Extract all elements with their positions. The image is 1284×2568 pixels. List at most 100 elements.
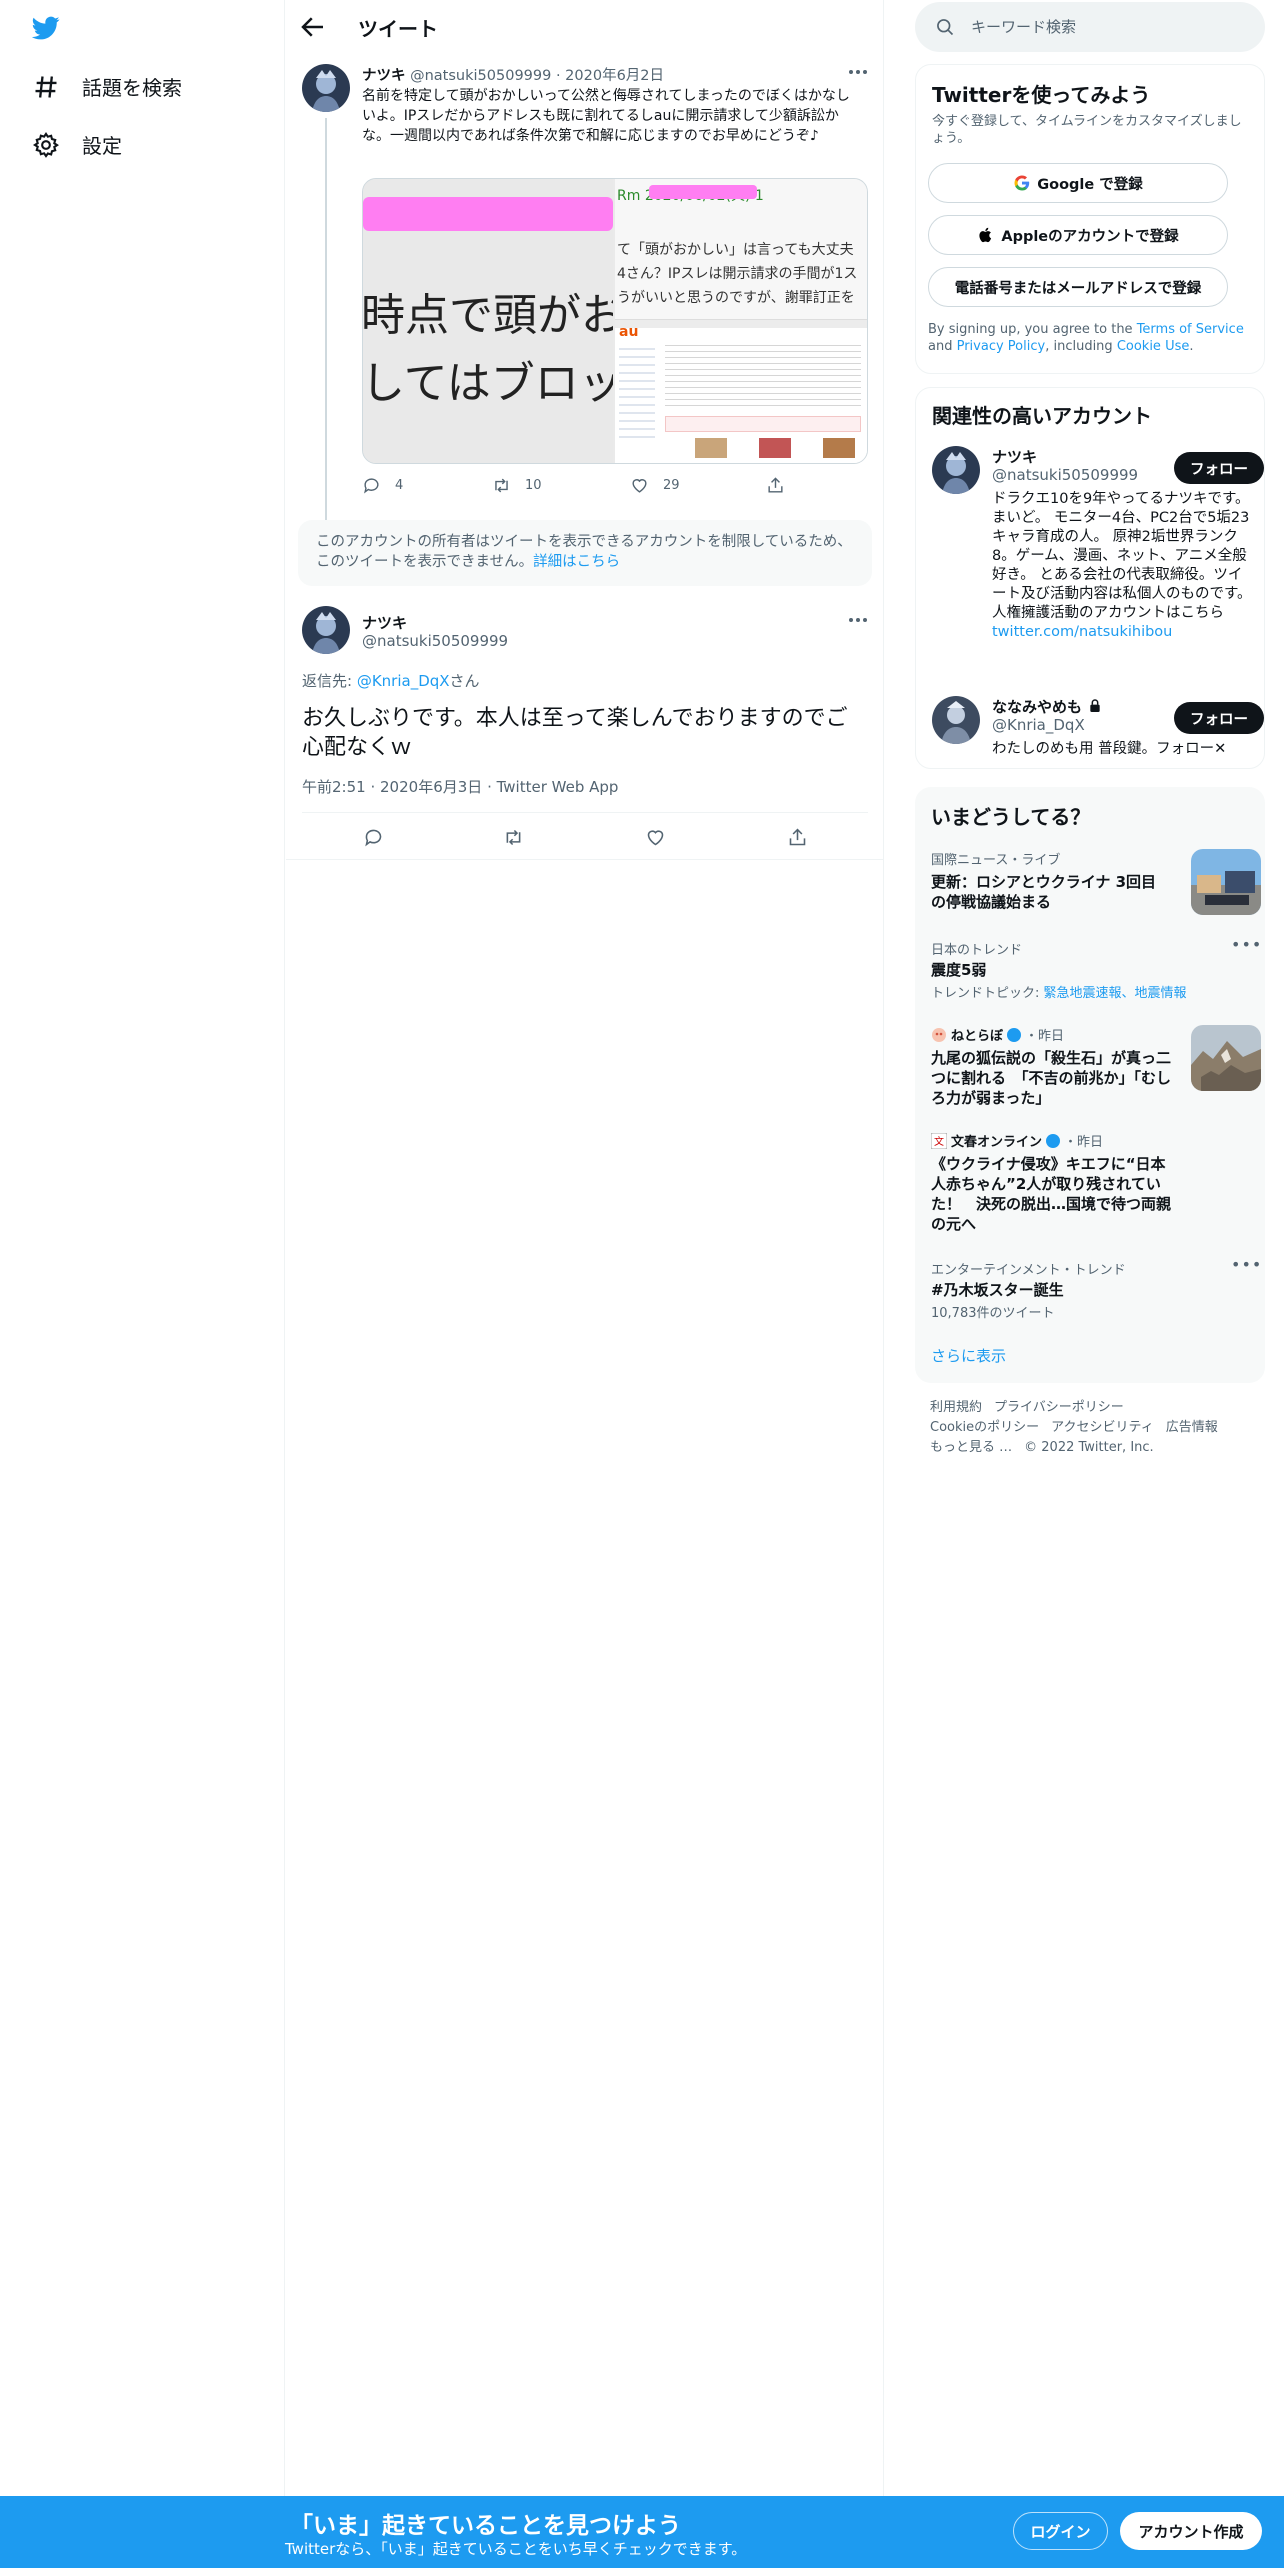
- share-button[interactable]: [766, 476, 799, 495]
- nav-settings[interactable]: 設定: [32, 130, 122, 159]
- footer-link-ads[interactable]: 広告情報: [1166, 1420, 1218, 1435]
- account-name[interactable]: ななみやめも: [992, 696, 1103, 717]
- trend-title: 九尾の狐伝説の「殺生石」が真っ二つに割れる 「不吉の前兆か」「むしろ力が弱まった…: [931, 1049, 1172, 1107]
- retweet-icon: [495, 478, 508, 493]
- footer-links: 利用規約 プライバシーポリシー Cookieのポリシー アクセシビリティ 広告情報 も…: [930, 1398, 1250, 1458]
- thumb-sidebar: [619, 342, 655, 442]
- avatar[interactable]: [932, 446, 980, 494]
- reply-button[interactable]: 4: [362, 476, 403, 495]
- google-icon: [1014, 175, 1030, 191]
- terms-text: By signing up, you agree to the: [928, 322, 1137, 337]
- search-input[interactable]: [971, 14, 1251, 40]
- trend-item[interactable]: ねとらぼ ・昨日 九尾の狐伝説の「殺生石」が真っ二つに割れる 「不吉の前兆か」「…: [931, 1025, 1261, 1115]
- separator: ·: [555, 68, 561, 84]
- more-options-icon[interactable]: •••: [1231, 1255, 1262, 1274]
- signup-title: Twitterを使ってみよう: [932, 83, 1151, 107]
- like-button[interactable]: [640, 822, 670, 852]
- trend-item[interactable]: 文 文春オンライン ・昨日 《ウクライナ侵攻》キエフに“日本人赤ちゃん”2人が取…: [931, 1131, 1251, 1241]
- like-button[interactable]: 29: [630, 476, 680, 495]
- trend-source-time: ・昨日: [1064, 1135, 1104, 1150]
- login-button[interactable]: ログイン: [1013, 2512, 1108, 2550]
- left-navigation: 話題を検索 設定: [0, 0, 285, 2496]
- privacy-link[interactable]: Privacy Policy: [957, 339, 1046, 354]
- show-more-link[interactable]: さらに表示: [931, 1345, 1006, 1366]
- tweet-time[interactable]: 午前2:51: [302, 778, 366, 796]
- search-icon: [937, 19, 954, 36]
- more-options-icon[interactable]: [846, 62, 870, 82]
- avatar[interactable]: [302, 606, 350, 654]
- bio-text: ドラクエ10を9年やってるナツキです。まいど。 モニター4台、PC2台で5垢23…: [992, 491, 1252, 621]
- footer-link-privacy[interactable]: プライバシーポリシー: [994, 1400, 1124, 1415]
- tweet-date[interactable]: 2020年6月2日: [565, 68, 664, 84]
- retweet-button[interactable]: [498, 822, 528, 852]
- back-arrow-icon[interactable]: [298, 12, 328, 42]
- account-name[interactable]: ナツキ: [992, 446, 1037, 467]
- apple-signup-button[interactable]: Appleのアカウントで登録: [928, 215, 1228, 255]
- avatar[interactable]: [932, 696, 980, 744]
- account-card[interactable]: ななみやめも @Knria_DqX フォロー わたしのめも用 普段鍵。フォロー✕: [932, 696, 1264, 760]
- heart-icon: [647, 829, 663, 845]
- trend-item[interactable]: 国際ニュース・ライブ 更新：ロシアとウクライナ 3回目の停戦協議始まる: [931, 849, 1261, 919]
- trend-item[interactable]: エンターテインメント・トレンド #乃木坂スター誕生 10,783件のツイート •…: [931, 1255, 1261, 1323]
- reply-to-link[interactable]: @Knria_DqX: [357, 672, 450, 690]
- trend-source-name: ねとらぼ: [951, 1029, 1004, 1044]
- bio-link[interactable]: twitter.com/natsukihibou: [992, 624, 1172, 640]
- tweet-text: 名前を特定して頭がおかしいって公然と侮辱されてしまったのでぼくはかなしいよ。IP…: [362, 88, 850, 144]
- trends-title: いまどうしてる？: [931, 805, 1091, 829]
- trend-item[interactable]: 日本のトレンド 震度5弱 トレンドトピック: 緊急地震速報、地震情報 •••: [931, 935, 1261, 1003]
- terms-text: and: [928, 339, 957, 354]
- parent-tweet[interactable]: ナツキ @natsuki50509999 · 2020年6月2日 名前を特定して…: [286, 56, 884, 570]
- search-bar[interactable]: [915, 2, 1265, 52]
- footer-link-cookies[interactable]: Cookieのポリシー: [930, 1420, 1039, 1435]
- create-account-button[interactable]: アカウント作成: [1120, 2512, 1262, 2550]
- learn-more-link[interactable]: 詳細はこちら: [533, 554, 620, 570]
- tweet-date[interactable]: 2020年6月3日: [380, 778, 482, 796]
- terms-text: .: [1189, 339, 1194, 354]
- reply-button[interactable]: [358, 822, 388, 852]
- bottom-signup-bar: 「いま」起きていることを見つけよう Twitterなら、「いま」起きていることを…: [0, 2496, 1284, 2568]
- author-name[interactable]: ナツキ: [362, 612, 407, 633]
- media-image-right[interactable]: Rm 2020/06/02(火) 1 て「頭がおかしい」は言っても大丈夫 4さん…: [615, 179, 867, 463]
- thread-line: [325, 118, 327, 570]
- more-options-icon[interactable]: [846, 610, 870, 630]
- twitter-logo-icon[interactable]: [30, 14, 62, 42]
- thumb-banner: [695, 438, 855, 458]
- google-signup-button[interactable]: Google で登録: [928, 163, 1228, 203]
- account-handle[interactable]: @Knria_DqX: [992, 716, 1085, 734]
- footer-link-more[interactable]: もっと見る …: [930, 1440, 1012, 1455]
- phone-email-signup-button[interactable]: 電話番号またはメールアドレスで登録: [928, 267, 1228, 307]
- image-text-line: うがいいと思うのですが、謝罪訂正を: [617, 290, 855, 306]
- google-signup-label: Google で登録: [1037, 176, 1143, 193]
- share-button[interactable]: [782, 822, 812, 852]
- footer-link-terms[interactable]: 利用規約: [930, 1400, 982, 1415]
- media-image-left[interactable]: 時点で頭がお してはブロッ: [363, 179, 613, 463]
- image-text-line: て「頭がおかしい」は言っても大丈夫: [617, 242, 854, 258]
- follow-button[interactable]: フォロー: [1174, 702, 1264, 734]
- signup-terms: By signing up, you agree to the Terms of…: [928, 321, 1258, 355]
- tweet-source[interactable]: Twitter Web App: [497, 778, 619, 796]
- retweet-button[interactable]: 10: [492, 476, 542, 495]
- netorabo-logo-icon: [932, 1027, 946, 1042]
- screenshot-thumbnail: au: [615, 319, 867, 463]
- account-handle[interactable]: @natsuki50509999: [992, 466, 1138, 484]
- more-options-icon[interactable]: •••: [1231, 935, 1262, 954]
- tweet-text: お久しぶりです。本人は至って楽しんでおりますのでご心配なくｗ: [302, 706, 848, 760]
- thumb-bar: [615, 320, 867, 328]
- tweet-media[interactable]: 時点で頭がお してはブロッ Rm 2020/06/02(火) 1 て「頭がおかし…: [362, 178, 868, 464]
- nav-explore[interactable]: 話題を検索: [32, 72, 182, 101]
- follow-button[interactable]: フォロー: [1174, 452, 1264, 484]
- image-text-line: 時点で頭がお: [363, 290, 613, 341]
- author-name[interactable]: ナツキ: [362, 68, 406, 84]
- terms-link[interactable]: Terms of Service: [1137, 322, 1244, 337]
- author-handle[interactable]: @natsuki50509999: [362, 632, 508, 650]
- account-card[interactable]: ナツキ @natsuki50509999 フォロー ドラクエ10を9年やってるナ…: [932, 446, 1264, 676]
- bottom-bar-subtitle: Twitterなら、「いま」起きていることをいち早くチェックできます。: [285, 2540, 747, 2558]
- cookie-link[interactable]: Cookie Use: [1117, 339, 1190, 354]
- footer-link-accessibility[interactable]: アクセシビリティ: [1051, 1420, 1154, 1435]
- trends-panel: いまどうしてる？ 国際ニュース・ライブ 更新：ロシアとウクライナ 3回目の停戦協…: [915, 787, 1265, 1383]
- apple-signup-label: Appleのアカウントで登録: [1001, 228, 1179, 245]
- focused-tweet: ナツキ @natsuki50509999 返信先: @Knria_DqXさん お…: [286, 598, 884, 860]
- author-handle[interactable]: @natsuki50509999: [410, 68, 551, 84]
- trend-topic-link[interactable]: 緊急地震速報、地震情報: [1044, 986, 1187, 1001]
- avatar[interactable]: [302, 64, 350, 112]
